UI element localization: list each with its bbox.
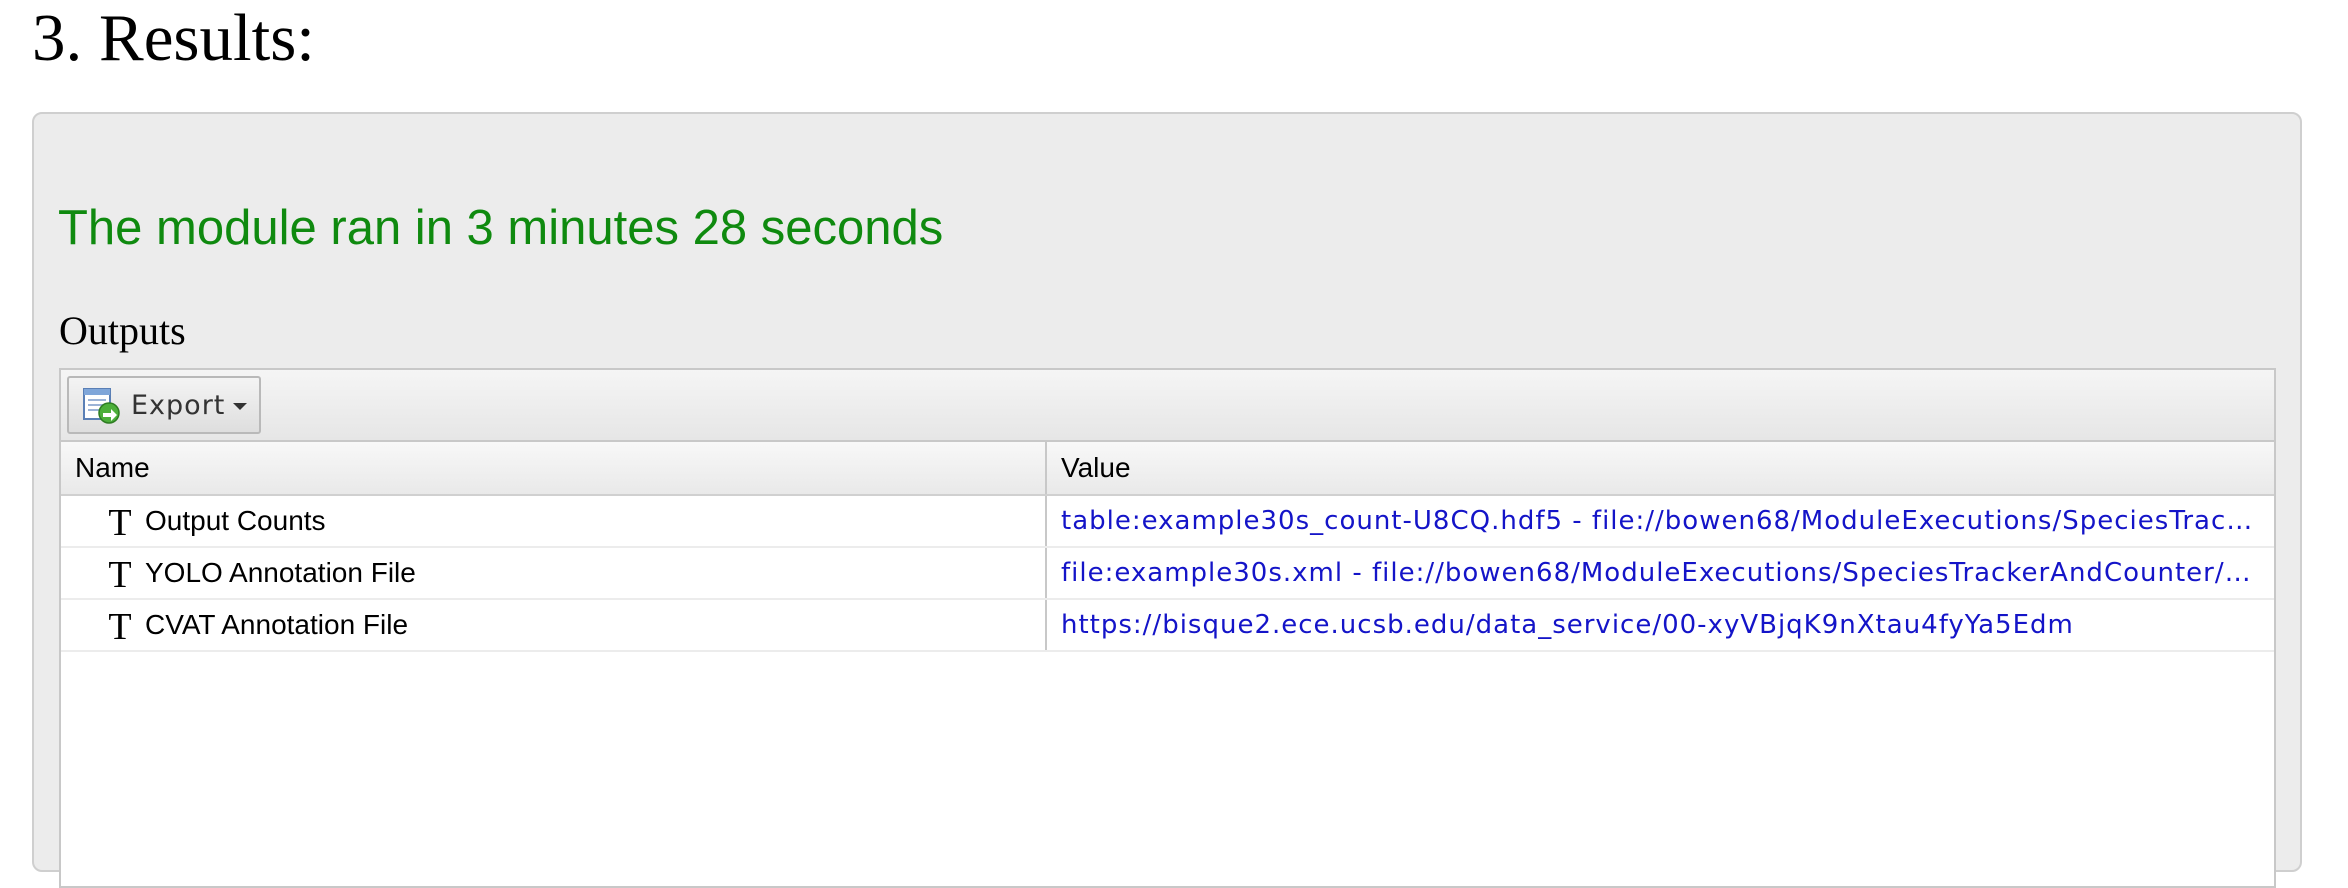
output-name: Output Counts <box>145 505 326 536</box>
table-row[interactable]: T YOLO Annotation File file:example30s.xm… <box>61 548 2274 600</box>
name-cell: T YOLO Annotation File <box>61 548 1047 598</box>
output-name: YOLO Annotation File <box>145 557 416 588</box>
export-spreadsheet-icon <box>83 388 120 424</box>
text-type-icon: T <box>108 606 132 648</box>
output-value-link[interactable]: https://bisque2.ece.ucsb.edu/data_servic… <box>1047 600 2261 650</box>
outputs-grid: Export Name Value T Output Counts table:e… <box>59 368 2276 888</box>
output-value-link[interactable]: table:example30s_count-U8CQ.hdf5 - file:… <box>1047 496 2261 546</box>
text-type-icon: T <box>108 554 132 596</box>
name-cell: T CVAT Annotation File <box>61 600 1047 650</box>
run-status-message: The module ran in 3 minutes 28 seconds <box>58 201 944 255</box>
chevron-down-icon <box>233 403 248 410</box>
export-button-label: Export <box>131 389 226 421</box>
column-header-value[interactable]: Value <box>1047 442 2274 494</box>
table-row[interactable]: T Output Counts table:example30s_count-U8… <box>61 496 2274 548</box>
outputs-heading: Outputs <box>59 308 186 353</box>
output-name: CVAT Annotation File <box>145 609 409 640</box>
name-cell: T Output Counts <box>61 496 1047 546</box>
export-button[interactable]: Export <box>67 376 261 434</box>
section-title: 3. Results: <box>32 1 315 75</box>
grid-header: Name Value <box>61 442 2274 496</box>
grid-toolbar: Export <box>61 370 2274 442</box>
text-type-icon: T <box>108 502 132 544</box>
table-row[interactable]: T CVAT Annotation File https://bisque2.ec… <box>61 600 2274 652</box>
column-header-name[interactable]: Name <box>61 442 1047 494</box>
output-value-link[interactable]: file:example30s.xml - file://bowen68/Mod… <box>1047 548 2261 598</box>
